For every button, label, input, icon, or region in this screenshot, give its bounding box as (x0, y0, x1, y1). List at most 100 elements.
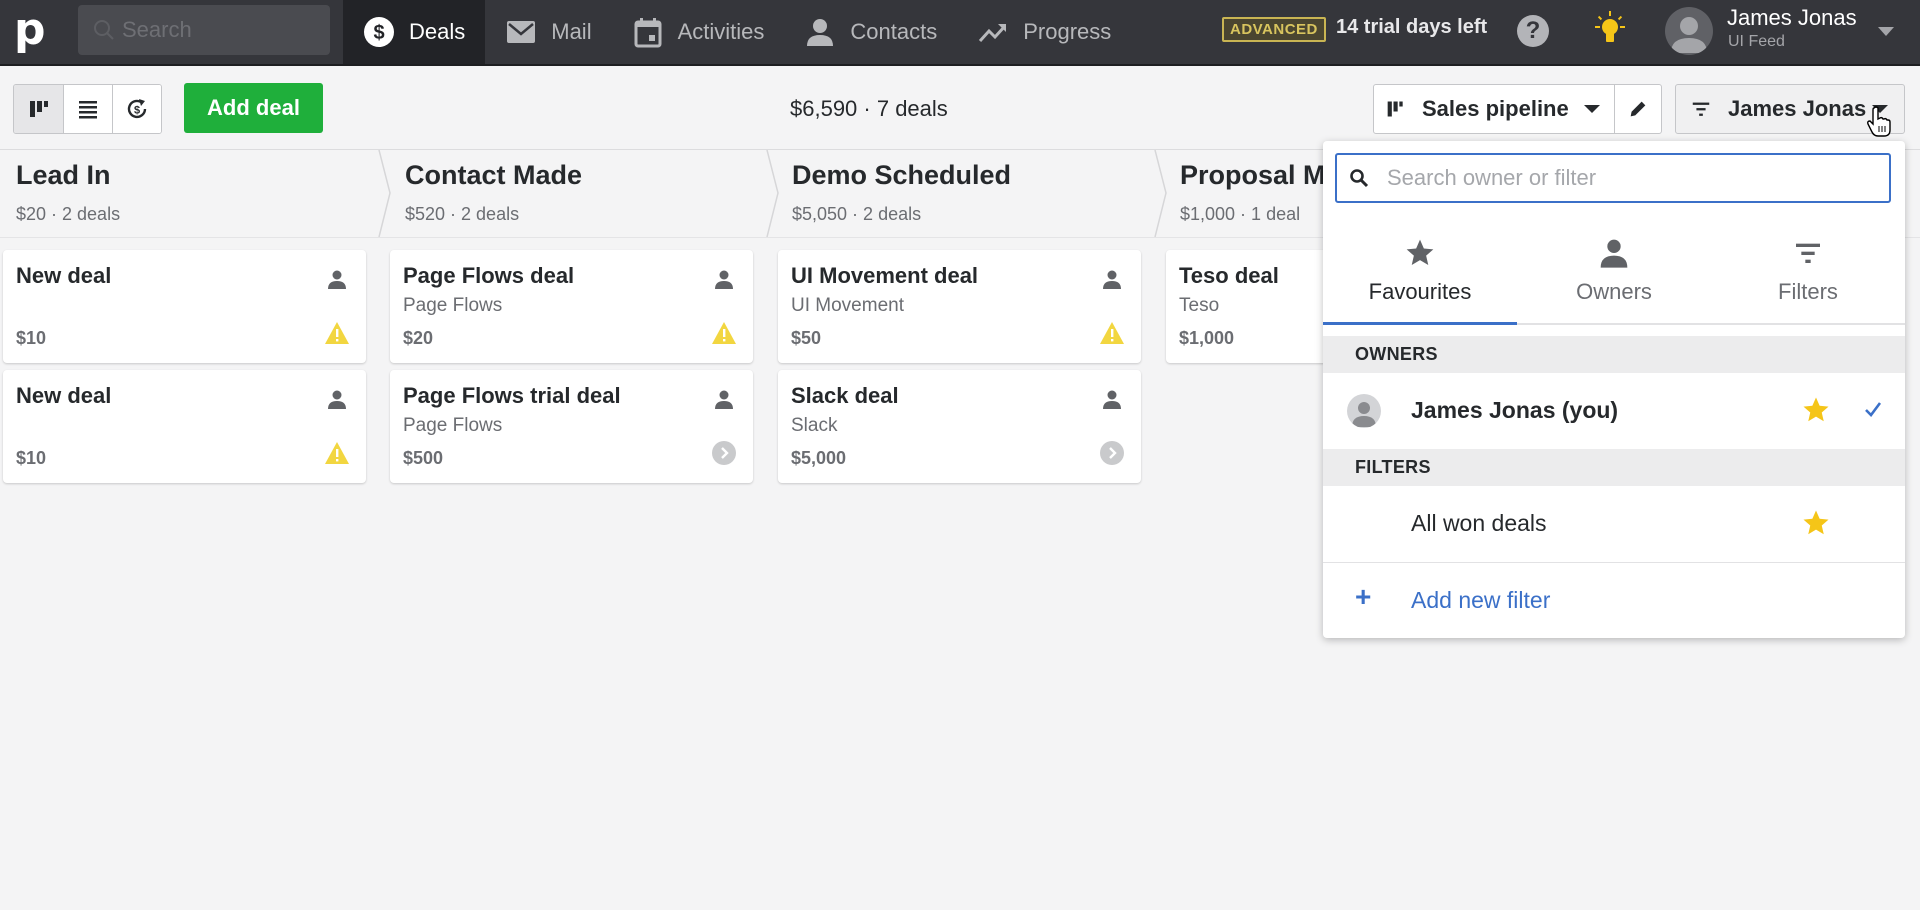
chevron-right-circle-icon[interactable] (711, 440, 737, 466)
help-icon[interactable]: ? (1517, 15, 1549, 47)
deal-title: Page Flows trial deal (403, 383, 621, 408)
deal-card[interactable]: Page Flows deal Page Flows $20 (390, 250, 753, 363)
deal-organization: Slack (791, 415, 838, 436)
chevron-right-circle-icon[interactable] (1099, 440, 1125, 466)
owner-person-icon[interactable] (1101, 268, 1123, 290)
nav-contacts[interactable]: Contacts (784, 0, 957, 64)
warning-icon[interactable] (711, 320, 737, 346)
warning-icon[interactable] (1099, 320, 1125, 346)
deal-card[interactable]: New deal $10 (3, 370, 366, 483)
tab-filters[interactable]: Filters (1711, 225, 1905, 323)
warning-icon[interactable] (324, 440, 350, 466)
search-icon (94, 20, 114, 40)
avatar-person-icon (1352, 402, 1376, 427)
owner-person-icon[interactable] (326, 268, 348, 290)
stage-summary: $20 · 2 deals (16, 204, 121, 224)
trial-days-text[interactable]: 14 trial days left (1336, 16, 1487, 39)
deal-title: UI Movement deal (791, 263, 979, 288)
owner-person-icon[interactable] (1101, 388, 1123, 410)
calendar-icon (634, 18, 662, 48)
deal-card[interactable]: New deal $10 (3, 250, 366, 363)
stage-title: Contact Made (405, 160, 583, 190)
mail-icon (507, 21, 536, 43)
dropdown-tabs: Favourites Owners Filters (1323, 225, 1905, 325)
tab-favourites-label: Favourites (1368, 279, 1472, 304)
deal-title: New deal (16, 263, 112, 288)
nav-progress[interactable]: Progress (957, 0, 1131, 64)
kanban-icon (29, 101, 48, 117)
deal-organization: Page Flows (403, 295, 503, 316)
deal-card[interactable]: UI Movement deal UI Movement $50 (778, 250, 1141, 363)
user-avatar[interactable] (1665, 7, 1713, 55)
forecast-dollar-icon: $ (127, 99, 147, 119)
add-deal-button[interactable]: Add deal (184, 83, 323, 133)
tab-owners[interactable]: Owners (1517, 225, 1711, 323)
deal-card[interactable]: Slack deal Slack $5,000 (778, 370, 1141, 483)
deal-value: $20 (403, 328, 434, 348)
deal-value: $10 (16, 328, 47, 348)
avatar-person-icon (1671, 17, 1707, 53)
top-navigation-bar: p $ Deals Mail Activities Contacts Progr… (0, 0, 1920, 66)
global-search[interactable] (78, 5, 330, 55)
add-new-filter-button[interactable]: + Add new filter (1323, 563, 1905, 638)
plan-badge[interactable]: ADVANCED (1222, 17, 1326, 42)
edit-pipeline-button[interactable] (1614, 84, 1662, 134)
deal-card[interactable]: Page Flows trial deal Page Flows $500 (390, 370, 753, 483)
warning-icon[interactable] (324, 320, 350, 346)
trending-up-icon (979, 24, 1007, 43)
filters-section-heading: FILTERS (1323, 449, 1905, 486)
owner-option-label: James Jonas (you) (1411, 397, 1619, 423)
list-view-button[interactable] (63, 85, 112, 133)
deal-title: Teso deal (1179, 263, 1279, 288)
owner-person-icon[interactable] (326, 388, 348, 410)
pipedrive-logo[interactable]: p (14, 8, 48, 54)
stage-column-header: Contact Made $520 · 2 deals (388, 150, 779, 237)
stage-title: Demo Scheduled (792, 160, 1012, 190)
deal-organization: UI Movement (791, 295, 904, 316)
deal-title: New deal (16, 383, 112, 408)
user-menu-caret-icon[interactable] (1878, 27, 1894, 36)
owner-option[interactable]: James Jonas (you) (1323, 373, 1905, 449)
favourite-star-icon[interactable] (1801, 395, 1831, 425)
filter-icon (1692, 102, 1710, 116)
plus-icon: + (1355, 581, 1372, 612)
deal-value: $50 (791, 328, 822, 348)
tab-favourites[interactable]: Favourites (1323, 225, 1517, 325)
global-search-input[interactable] (122, 17, 322, 43)
pipeline-selector[interactable]: Sales pipeline (1373, 84, 1615, 134)
deal-organization: Page Flows (403, 415, 503, 436)
stage-column-header: Lead In $20 · 2 deals (0, 150, 391, 237)
owners-section-heading: OWNERS (1323, 336, 1905, 373)
nav-deals[interactable]: $ Deals (343, 0, 486, 64)
filter-option[interactable]: All won deals (1323, 486, 1905, 562)
person-icon (807, 19, 834, 46)
search-icon (1350, 169, 1369, 188)
nav-mail-label: Mail (551, 19, 592, 44)
deal-value: $10 (16, 448, 47, 468)
owner-filter-search[interactable] (1335, 153, 1891, 203)
tab-owners-label: Owners (1576, 279, 1652, 304)
nav-activities[interactable]: Activities (612, 0, 785, 64)
nav-mail[interactable]: Mail (485, 0, 611, 64)
kanban-icon (1387, 101, 1403, 117)
lightbulb-icon[interactable] (1590, 10, 1630, 50)
view-switcher: $ (13, 84, 162, 134)
stage-summary: $5,050 · 2 deals (792, 204, 922, 224)
owner-person-icon[interactable] (713, 388, 735, 410)
stage-title: Lead In (16, 160, 111, 190)
list-icon (79, 101, 97, 119)
forecast-view-button[interactable]: $ (112, 85, 161, 133)
svg-text:$: $ (373, 22, 384, 44)
user-name[interactable]: James Jonas (1727, 5, 1857, 31)
add-new-filter-label: Add new filter (1411, 587, 1551, 613)
dollar-circle-icon: $ (364, 17, 394, 47)
stage-summary: $1,000 · 1 deal (1180, 204, 1301, 224)
owner-filter-search-input[interactable] (1387, 165, 1867, 191)
user-company: UI Feed (1728, 33, 1785, 50)
pipeline-view-button[interactable] (14, 85, 63, 133)
owner-person-icon[interactable] (713, 268, 735, 290)
star-icon (1406, 239, 1434, 265)
deal-title: Page Flows deal (403, 263, 575, 288)
stage-column-header: Demo Scheduled $5,050 · 2 deals (776, 150, 1167, 237)
favourite-star-icon[interactable] (1801, 508, 1831, 538)
